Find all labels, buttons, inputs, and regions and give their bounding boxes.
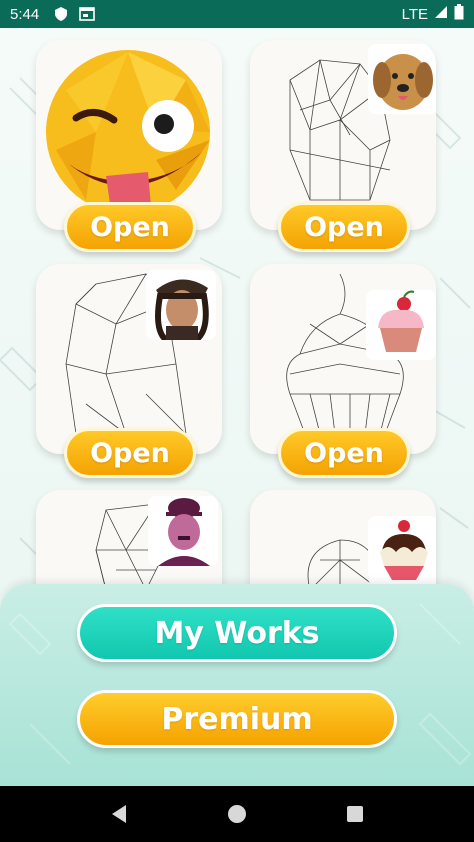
premium-button[interactable]: Premium	[77, 690, 397, 748]
artwork-card-pirate[interactable]	[36, 264, 222, 454]
status-bar: 5:44 LTE	[0, 0, 474, 28]
open-button-pirate[interactable]: Open	[64, 428, 196, 478]
sundae-thumbnail	[368, 516, 436, 586]
gentleman-thumbnail	[148, 496, 218, 566]
cupcake-thumbnail	[366, 290, 436, 360]
artwork-card-cupcake[interactable]	[250, 264, 436, 454]
recents-icon[interactable]	[346, 805, 364, 823]
network-label: LTE	[401, 5, 428, 23]
navigation-bar	[0, 786, 474, 842]
open-button-emoji[interactable]: Open	[64, 202, 196, 252]
pirate-thumbnail	[146, 270, 216, 340]
dog-thumbnail	[368, 44, 436, 114]
status-time: 5:44	[10, 5, 40, 23]
battery-icon	[454, 4, 464, 24]
notification-card-icon	[79, 7, 96, 21]
home-icon[interactable]	[227, 804, 247, 824]
signal-icon	[434, 5, 448, 23]
shield-icon	[53, 6, 69, 22]
open-button-dog[interactable]: Open	[278, 202, 410, 252]
back-icon[interactable]	[110, 804, 128, 824]
open-button-cupcake[interactable]: Open	[278, 428, 410, 478]
my-works-button[interactable]: My Works	[77, 604, 397, 662]
